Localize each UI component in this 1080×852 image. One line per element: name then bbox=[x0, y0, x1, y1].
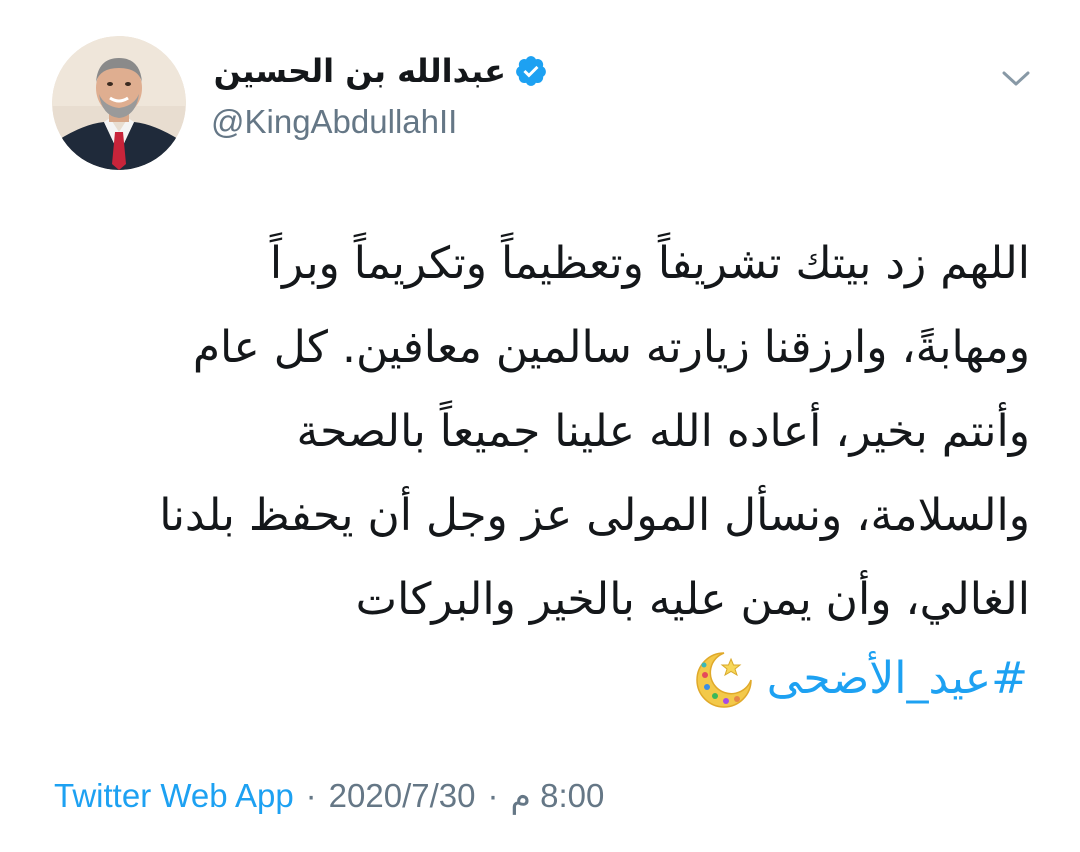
tweet-source-link[interactable]: Twitter Web App bbox=[54, 777, 294, 815]
author-name-row[interactable]: عبدالله بن الحسين bbox=[214, 52, 548, 90]
tweet-card: عبدالله بن الحسين @KingAbdullahII اللهم … bbox=[0, 0, 1080, 852]
tweet-date[interactable]: 2020/7/30 bbox=[329, 777, 476, 815]
author-handle[interactable]: @KingAbdullahII bbox=[211, 103, 457, 141]
tweet-text-line: وأنتم بخير، أعاده الله علينا جميعاً بالص… bbox=[296, 406, 1030, 457]
tweet-time[interactable]: 8:00 م bbox=[510, 776, 604, 815]
hashtag-row: #عيد_الأضحى bbox=[691, 636, 1028, 720]
tweet-text-line: والسلامة، ونسأل المولى عز وجل أن يحفظ بل… bbox=[159, 490, 1030, 541]
meta-separator: · bbox=[487, 776, 499, 814]
crescent-moon-star-emoji bbox=[696, 652, 752, 708]
verified-badge-icon bbox=[516, 56, 546, 86]
tweet-meta: Twitter Web App · 2020/7/30 · 8:00 م bbox=[54, 776, 604, 815]
hashtag-link[interactable]: #عيد_الأضحى bbox=[767, 653, 1028, 704]
tweet-text-line: ومهابةً، وارزقنا زيارته سالمين معافين. ك… bbox=[192, 322, 1030, 373]
tweet-text-line: اللهم زد بيتك تشريفاً وتعظيماً وتكريماً … bbox=[269, 238, 1030, 289]
tweet-text-line: الغالي، وأن يمن عليه بالخير والبركات bbox=[355, 574, 1030, 625]
avatar-photo bbox=[52, 36, 186, 170]
avatar[interactable] bbox=[52, 36, 186, 170]
tweet-menu-button[interactable] bbox=[996, 64, 1036, 94]
chevron-down-icon bbox=[1002, 71, 1030, 86]
meta-separator: · bbox=[305, 776, 317, 814]
author-display-name[interactable]: عبدالله بن الحسين bbox=[214, 52, 506, 90]
tweet-text: اللهم زد بيتك تشريفاً وتعظيماً وتكريماً … bbox=[40, 222, 1030, 642]
